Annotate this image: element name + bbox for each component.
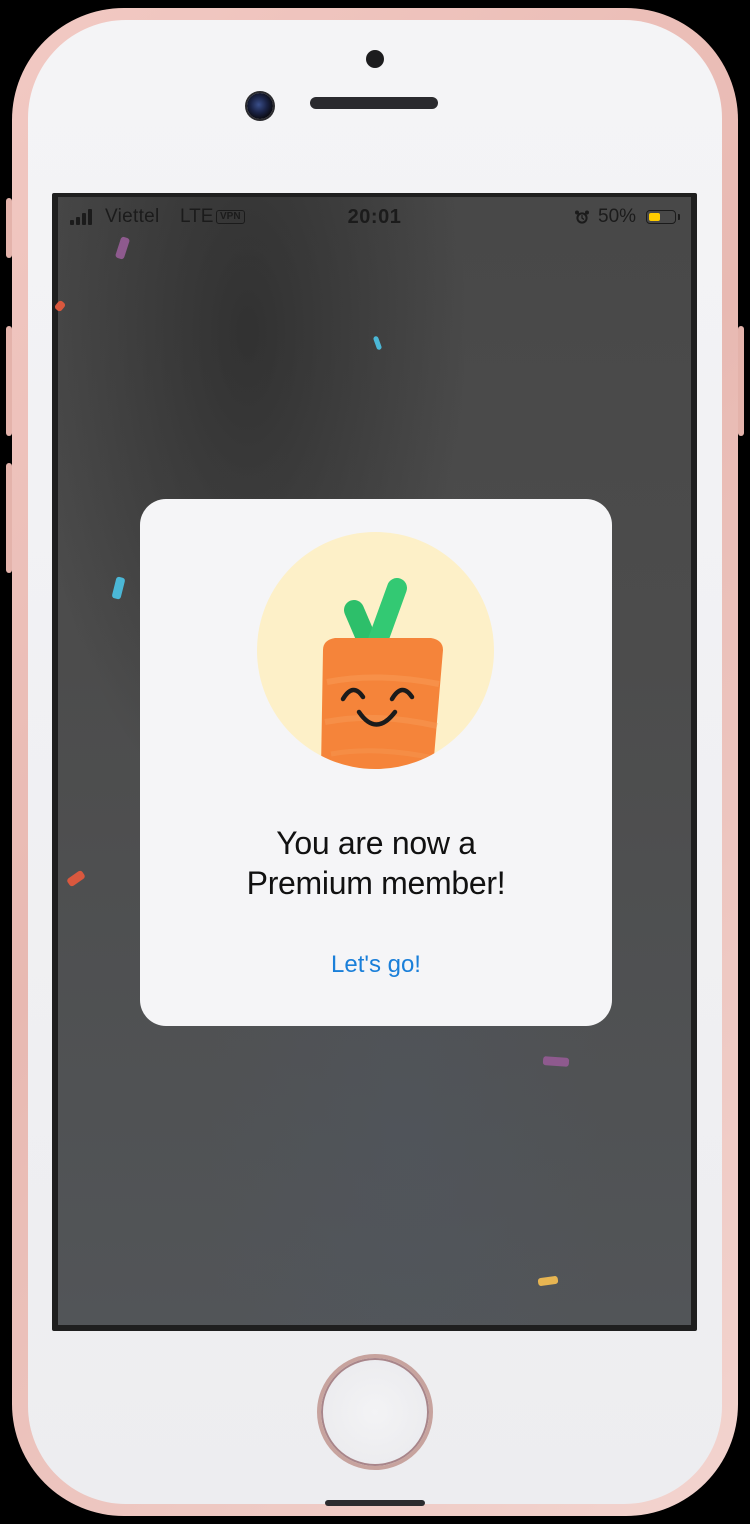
battery-level-fill: [649, 213, 660, 221]
status-bar: Viettel LTE VPN 20:01 50%: [58, 197, 691, 237]
dialog-title-line-1: You are now a: [276, 825, 476, 861]
alarm-clock-icon: [575, 210, 589, 224]
carrot-mascot-icon: [257, 532, 494, 769]
mascot-badge: [257, 532, 494, 769]
power-button: [738, 326, 744, 436]
dialog-title: You are now a Premium member!: [160, 823, 592, 903]
front-camera-icon: [247, 93, 273, 119]
phone-screen: Viettel LTE VPN 20:01 50% You are now a …: [52, 193, 697, 1331]
confetti-piece: [537, 1275, 559, 1287]
lets-go-button[interactable]: Let's go!: [290, 945, 462, 985]
confetti-piece: [114, 236, 131, 260]
confetti-piece: [111, 576, 126, 600]
battery-icon: [646, 210, 680, 224]
earpiece-speaker: [310, 97, 438, 109]
dialog-title-line-2: Premium member!: [246, 865, 506, 901]
confetti-piece: [66, 869, 86, 888]
proximity-sensor: [366, 50, 384, 68]
status-time: 20:01: [347, 206, 402, 228]
home-button[interactable]: [317, 1354, 433, 1470]
premium-success-dialog: You are now a Premium member! Let's go!: [140, 499, 612, 1026]
dimmed-app-background: Viettel LTE VPN 20:01 50% You are now a …: [53, 197, 691, 1325]
lightning-port: [325, 1500, 425, 1506]
battery-percent: 50%: [598, 206, 637, 227]
confetti-piece: [542, 1056, 570, 1067]
confetti-piece: [53, 299, 67, 313]
confetti-piece: [372, 335, 383, 351]
